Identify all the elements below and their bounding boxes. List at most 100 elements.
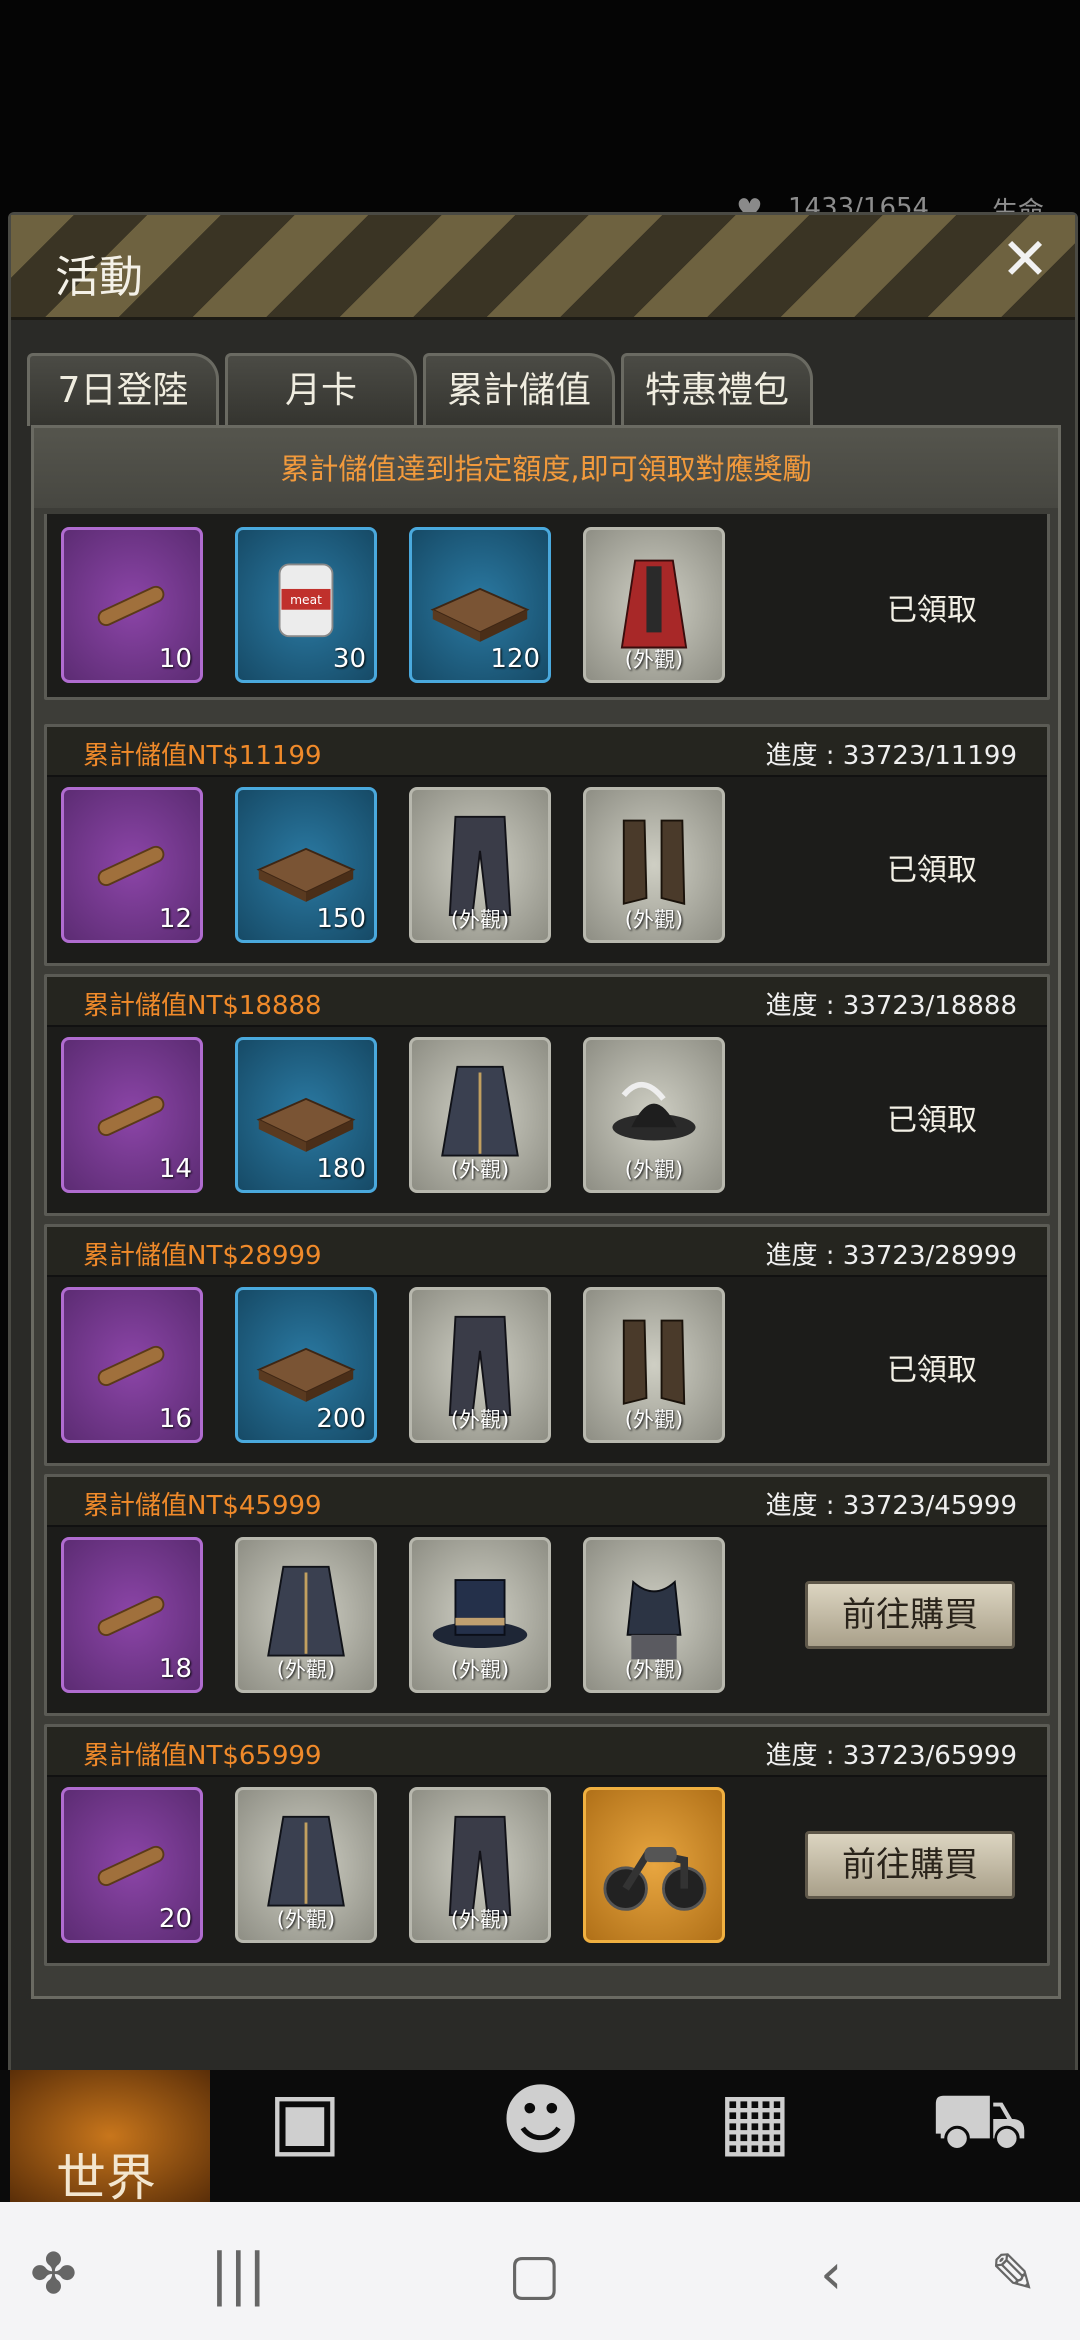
reward-item-jacket[interactable]: (外觀) <box>409 1037 551 1193</box>
reward-item-tophat[interactable]: (外觀) <box>409 1537 551 1693</box>
required-amount: 累計儲值NT$65999 <box>83 1741 322 1771</box>
panel-title: 活動 <box>55 252 143 303</box>
required-amount: 累計儲值NT$18888 <box>83 991 322 1021</box>
appearance-label: (外觀) <box>624 1408 684 1432</box>
reward-item-boots[interactable]: (外觀) <box>583 787 725 943</box>
home-icon[interactable]: ▢ <box>508 2242 561 2307</box>
tab-special-pack[interactable]: 特惠禮包 <box>621 353 813 426</box>
item-quantity: 200 <box>316 1404 366 1434</box>
appearance-label: (外觀) <box>624 908 684 932</box>
reward-row: 10 meat 30 120 (外觀) 已領取 <box>44 514 1050 700</box>
reward-item-jacket[interactable]: (外觀) <box>235 1787 377 1943</box>
reward-item-cigar[interactable]: 18 <box>61 1537 203 1693</box>
tab-7day-login[interactable]: 7日登陸 <box>27 353 219 426</box>
reward-row: 累計儲值NT$11199 進度 : 33723/11199 12 150 (外觀) (外觀… <box>44 724 1050 966</box>
reward-item-hat[interactable]: (外觀) <box>583 1037 725 1193</box>
required-amount: 累計儲值NT$45999 <box>83 1491 322 1521</box>
reward-row-header: 累計儲值NT$28999 進度 : 33723/28999 <box>47 1227 1047 1277</box>
recent-apps-icon[interactable]: ||| <box>210 2242 267 2307</box>
reward-row-header: 累計儲值NT$11199 進度 : 33723/11199 <box>47 727 1047 777</box>
tab-monthly-card[interactable]: 月卡 <box>225 353 417 426</box>
appearance-label: (外觀) <box>624 1158 684 1182</box>
progress-text: 進度 : 33723/11199 <box>765 741 1017 771</box>
world-label: 世界 <box>56 2149 156 2207</box>
reward-item-book[interactable]: 200 <box>235 1287 377 1443</box>
claimed-status: 已領取 <box>887 1103 977 1138</box>
reward-item-book[interactable]: 150 <box>235 787 377 943</box>
go-buy-button[interactable]: 前往購買 <box>805 1831 1015 1899</box>
cart-icon[interactable]: ⛟ <box>930 2076 1028 2176</box>
close-icon[interactable]: ✕ <box>995 229 1055 289</box>
reward-item-cigar[interactable]: 20 <box>61 1787 203 1943</box>
back-icon[interactable]: ‹ <box>820 2242 842 2307</box>
character-icon[interactable]: ☻ <box>500 2076 581 2166</box>
reward-row-header: 累計儲值NT$18888 進度 : 33723/18888 <box>47 977 1047 1027</box>
claimed-status: 已領取 <box>887 593 977 628</box>
screen-assist-icon[interactable]: ✎ <box>990 2242 1037 2307</box>
backpack-icon[interactable]: ▣ <box>268 2076 342 2166</box>
game-launcher-icon[interactable]: ✤ <box>30 2242 77 2307</box>
item-quantity: 30 <box>332 644 366 674</box>
progress-text: 進度 : 33723/65999 <box>765 1741 1017 1771</box>
reward-row: 累計儲值NT$65999 進度 : 33723/65999 20 (外觀) (外觀) 前往… <box>44 1724 1050 1966</box>
required-amount: 累計儲值NT$11199 <box>83 741 322 771</box>
claimed-status: 已領取 <box>887 1353 977 1388</box>
system-nav-bar: ✤ ||| ▢ ‹ ✎ <box>0 2202 1080 2340</box>
progress-text: 進度 : 33723/18888 <box>765 991 1017 1021</box>
item-quantity: 10 <box>158 644 192 674</box>
appearance-label: (外觀) <box>450 1658 510 1682</box>
appearance-label: (外觀) <box>276 1658 336 1682</box>
reward-row: 累計儲值NT$28999 進度 : 33723/28999 16 200 (外觀) (外觀… <box>44 1224 1050 1466</box>
svg-text:meat: meat <box>290 593 322 607</box>
item-quantity: 16 <box>158 1404 192 1434</box>
item-quantity: 20 <box>158 1904 192 1934</box>
event-panel: 活動 ✕ 7日登陸 月卡 累計儲值 特惠禮包 累計儲值達到指定額度,即可領取對應… <box>8 212 1078 2078</box>
reward-item-cigar[interactable]: 10 <box>61 527 203 683</box>
reward-item-cigar[interactable]: 12 <box>61 787 203 943</box>
reward-item-pants[interactable]: (外觀) <box>409 1287 551 1443</box>
item-quantity: 180 <box>316 1154 366 1184</box>
reward-item-pants[interactable]: (外觀) <box>409 787 551 943</box>
item-quantity: 14 <box>158 1154 192 1184</box>
item-quantity: 18 <box>158 1654 192 1684</box>
reward-row-header: 累計儲值NT$45999 進度 : 33723/45999 <box>47 1477 1047 1527</box>
game-bottom-nav: 世界 ▣ ☻ ▦ ⛟ <box>0 2070 1080 2207</box>
progress-text: 進度 : 33723/28999 <box>765 1241 1017 1271</box>
appearance-label: (外觀) <box>450 1158 510 1182</box>
go-buy-button[interactable]: 前往購買 <box>805 1581 1015 1649</box>
panel-header: 活動 ✕ <box>11 215 1075 320</box>
appearance-label: (外觀) <box>624 1658 684 1682</box>
item-quantity: 12 <box>158 904 192 934</box>
appearance-label: (外觀) <box>450 908 510 932</box>
reward-item-meat-can[interactable]: meat 30 <box>235 527 377 683</box>
reward-item-top[interactable]: (外觀) <box>583 1537 725 1693</box>
reward-row: 累計儲值NT$18888 進度 : 33723/18888 14 180 (外觀) (外觀… <box>44 974 1050 1216</box>
reward-item-jacket[interactable]: (外觀) <box>235 1537 377 1693</box>
appearance-label: (外觀) <box>450 1908 510 1932</box>
reward-list[interactable]: 10 meat 30 120 (外觀) 已領取 累計儲值NT$11199 進度 : 33723… <box>34 514 1058 1996</box>
reward-item-book[interactable]: 120 <box>409 527 551 683</box>
item-quantity: 120 <box>490 644 540 674</box>
notice-text: 累計儲值達到指定額度,即可領取對應獎勵 <box>34 428 1058 508</box>
appearance-label: (外觀) <box>276 1908 336 1932</box>
required-amount: 累計儲值NT$28999 <box>83 1241 322 1271</box>
claimed-status: 已領取 <box>887 853 977 888</box>
reward-item-book[interactable]: 180 <box>235 1037 377 1193</box>
appearance-label: (外觀) <box>450 1408 510 1432</box>
reward-item-cigar[interactable]: 14 <box>61 1037 203 1193</box>
tab-accumulated-topup[interactable]: 累計儲值 <box>423 353 615 426</box>
reward-item-pants[interactable]: (外觀) <box>409 1787 551 1943</box>
item-quantity: 150 <box>316 904 366 934</box>
motorcycle-icon <box>603 1847 707 1911</box>
reward-content: 累計儲值達到指定額度,即可領取對應獎勵 10 meat 30 120 (外觀) 已領取 累計… <box>31 425 1061 1999</box>
reward-row: 累計儲值NT$45999 進度 : 33723/45999 18 (外觀) (外觀) (外… <box>44 1474 1050 1716</box>
reward-item-coat[interactable]: (外觀) <box>583 527 725 683</box>
phone-icon[interactable]: ▦ <box>718 2076 792 2166</box>
world-tab[interactable]: 世界 <box>10 2070 210 2207</box>
reward-row-header: 累計儲值NT$65999 進度 : 33723/65999 <box>47 1727 1047 1777</box>
reward-item-motorcycle[interactable] <box>583 1787 725 1943</box>
reward-item-boots[interactable]: (外觀) <box>583 1287 725 1443</box>
reward-item-cigar[interactable]: 16 <box>61 1287 203 1443</box>
progress-text: 進度 : 33723/45999 <box>765 1491 1017 1521</box>
appearance-label: (外觀) <box>624 648 684 672</box>
